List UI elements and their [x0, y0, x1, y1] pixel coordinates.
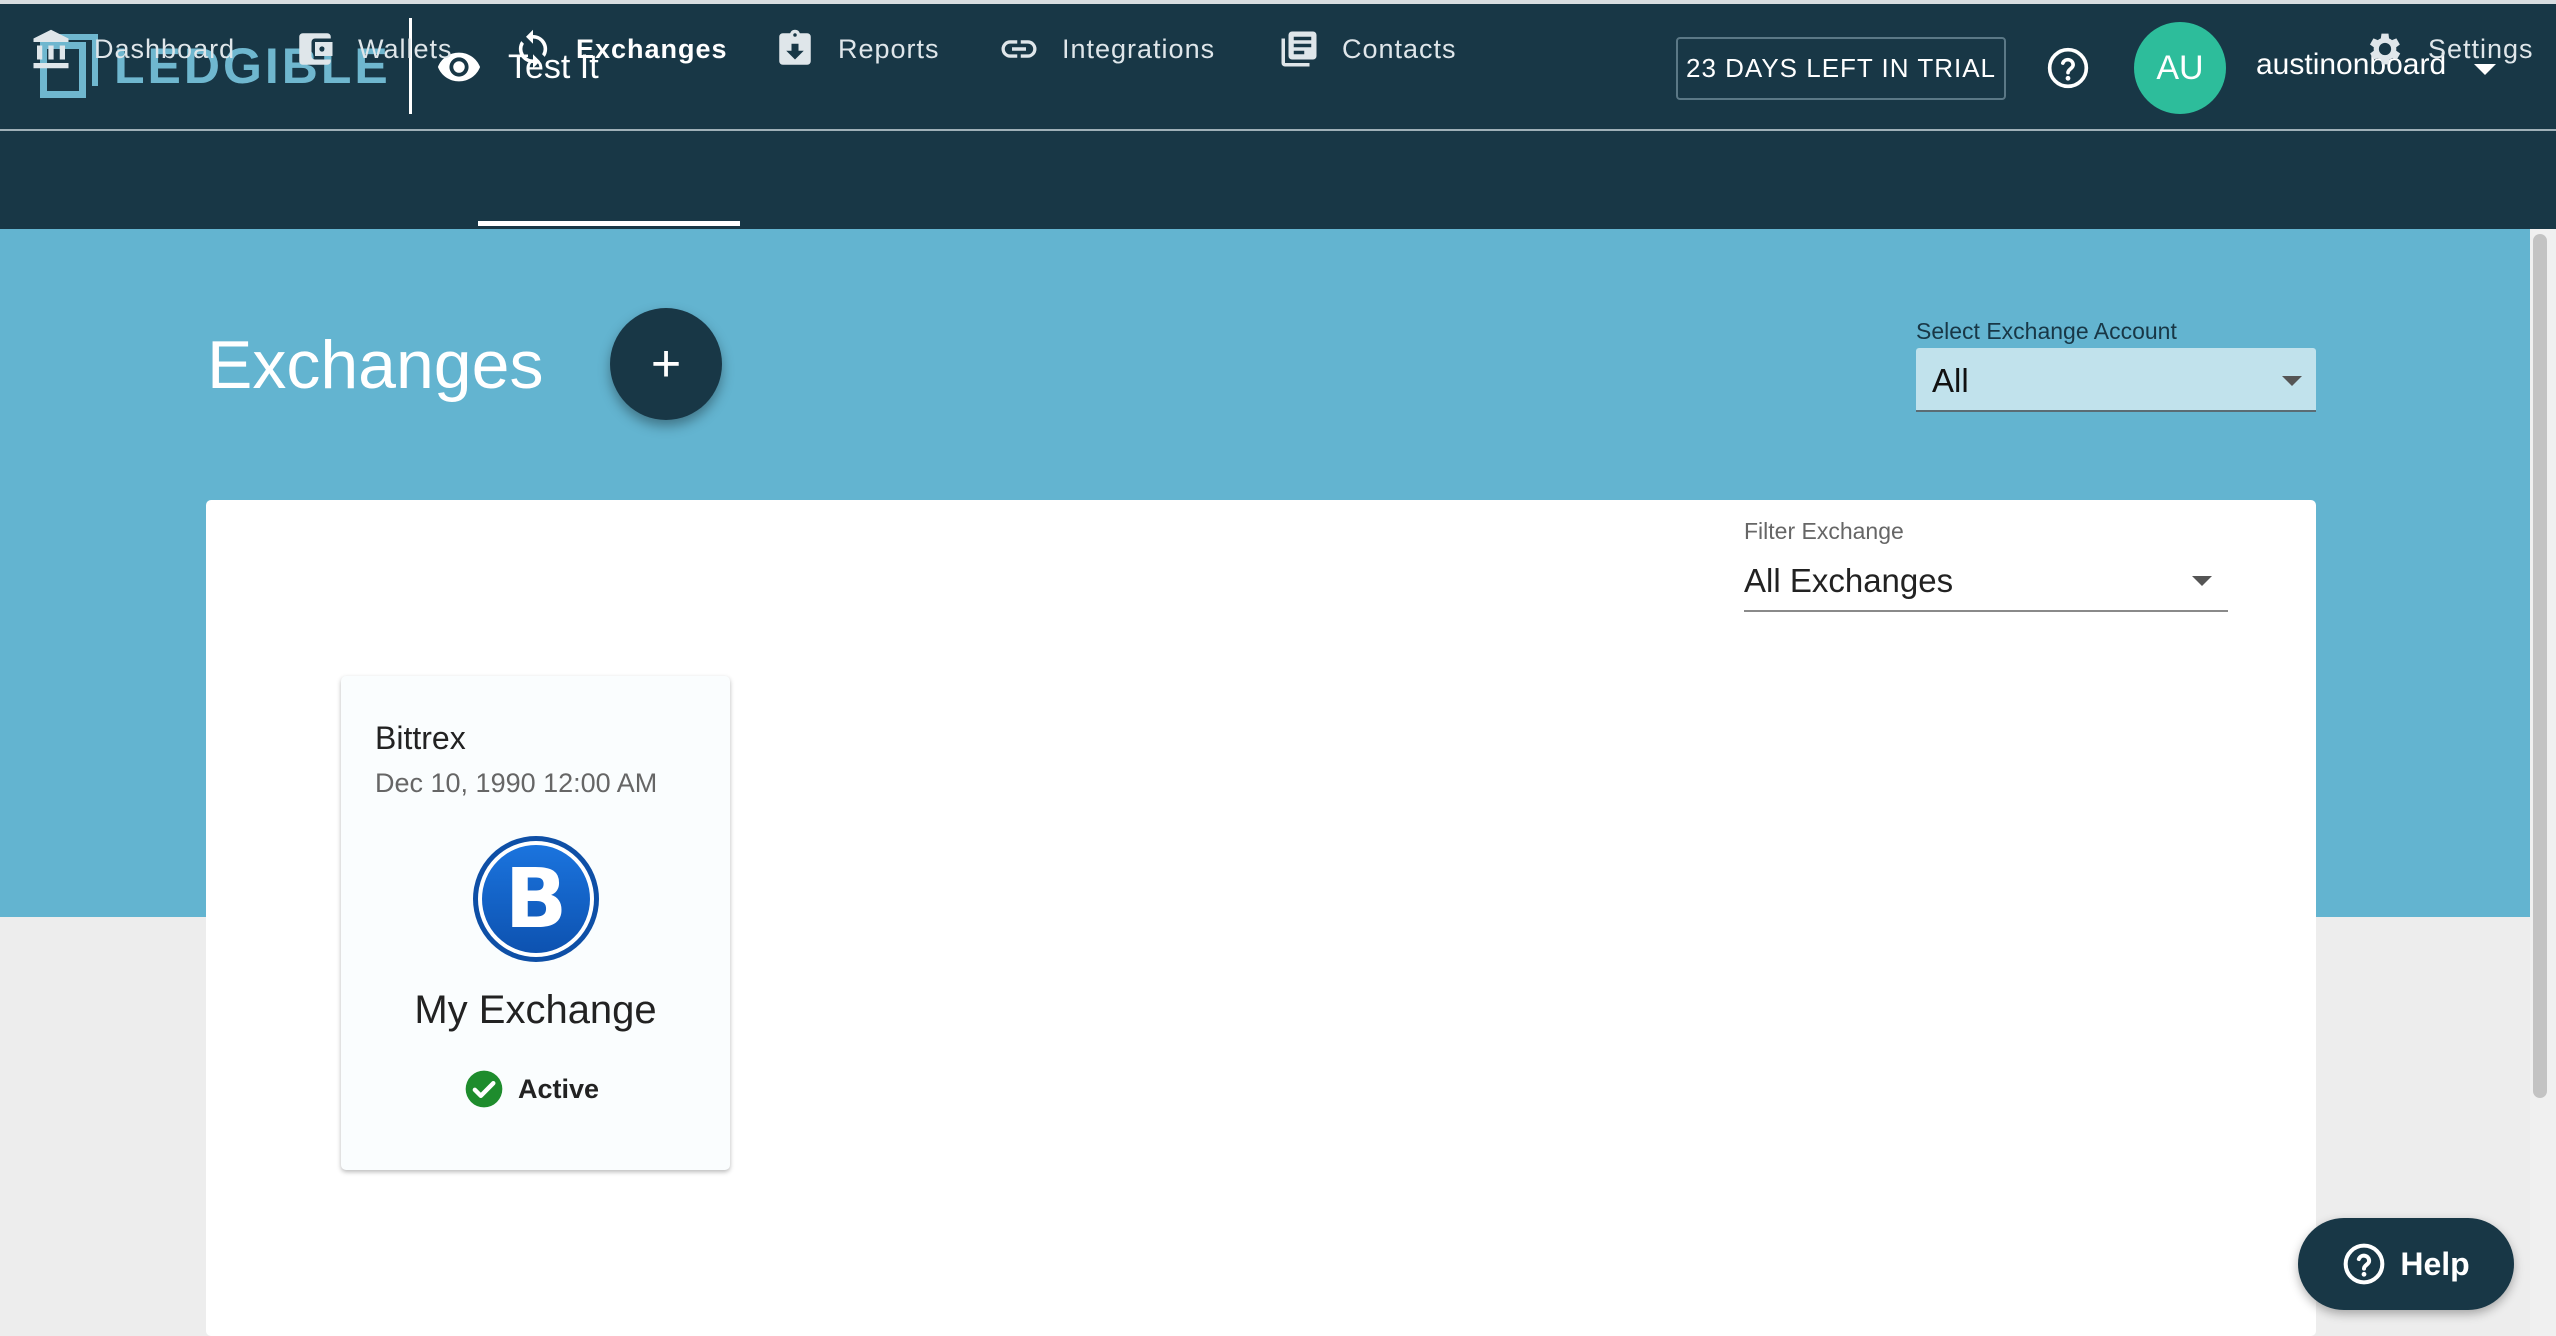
nav-label: Exchanges: [576, 33, 728, 64]
status-badge: Active: [464, 1069, 599, 1109]
exchange-card[interactable]: Bittrex Dec 10, 1990 12:00 AM B My Excha…: [341, 676, 730, 1170]
exchange-date: Dec 10, 1990 12:00 AM: [375, 768, 658, 798]
account-select-label: Select Exchange Account: [1916, 318, 2177, 344]
nav-item-wallets[interactable]: Wallets: [294, 0, 453, 98]
nav-label: Contacts: [1342, 33, 1457, 64]
help-circle-icon[interactable]: [2046, 46, 2090, 90]
main-nav: [0, 131, 2556, 229]
nav-item-contacts[interactable]: Contacts: [1278, 0, 1457, 98]
nav-item-dashboard[interactable]: Dashboard: [30, 0, 235, 98]
wallet-icon: [299, 33, 333, 65]
nav-item-reports[interactable]: Reports: [774, 0, 940, 98]
nav-label: Integrations: [1062, 33, 1216, 64]
account-select-value: All: [1932, 362, 1969, 399]
nav-item-settings[interactable]: Settings: [2364, 0, 2534, 98]
filter-exchange-label: Filter Exchange: [1744, 518, 1904, 544]
contacts-icon: [1281, 31, 1317, 67]
nav-label: Wallets: [358, 33, 453, 64]
chevron-down-icon: [2282, 376, 2302, 386]
add-exchange-button[interactable]: +: [610, 308, 722, 420]
check-circle-icon: [465, 1070, 503, 1108]
status-text: Active: [518, 1073, 600, 1104]
help-circle-icon: [2343, 1243, 2385, 1285]
clipboard-download-icon: [779, 29, 811, 65]
gear-icon: [2369, 33, 2401, 65]
exchange-account-select[interactable]: All: [1916, 348, 2316, 412]
active-tab-indicator: [478, 221, 740, 226]
exchange-title: My Exchange: [414, 988, 657, 1032]
scrollbar-thumb[interactable]: [2533, 234, 2547, 1098]
bittrex-logo-letter: B: [505, 852, 568, 947]
bank-icon: [33, 29, 69, 69]
trial-badge[interactable]: 23 DAYS LEFT IN TRIAL: [1676, 37, 2006, 100]
nav-item-integrations[interactable]: Integrations: [998, 0, 1215, 98]
filter-exchange-value: All Exchanges: [1744, 562, 1954, 599]
help-button-label: Help: [2400, 1245, 2470, 1282]
nav-label: Reports: [838, 33, 940, 64]
nav-label: Dashboard: [94, 33, 236, 64]
avatar[interactable]: AU: [2134, 22, 2226, 114]
page-title: Exchanges: [207, 327, 544, 403]
nav-item-exchanges[interactable]: Exchanges: [512, 0, 728, 98]
filter-exchange-select[interactable]: All Exchanges: [1744, 552, 2228, 612]
help-button[interactable]: Help: [2298, 1218, 2514, 1310]
exchange-name: Bittrex: [375, 720, 466, 756]
chevron-down-icon: [2192, 576, 2212, 586]
nav-label: Settings: [2428, 33, 2534, 64]
sync-icon: [518, 29, 548, 69]
link-icon: [1001, 40, 1037, 58]
bittrex-logo-icon: B: [473, 836, 599, 962]
